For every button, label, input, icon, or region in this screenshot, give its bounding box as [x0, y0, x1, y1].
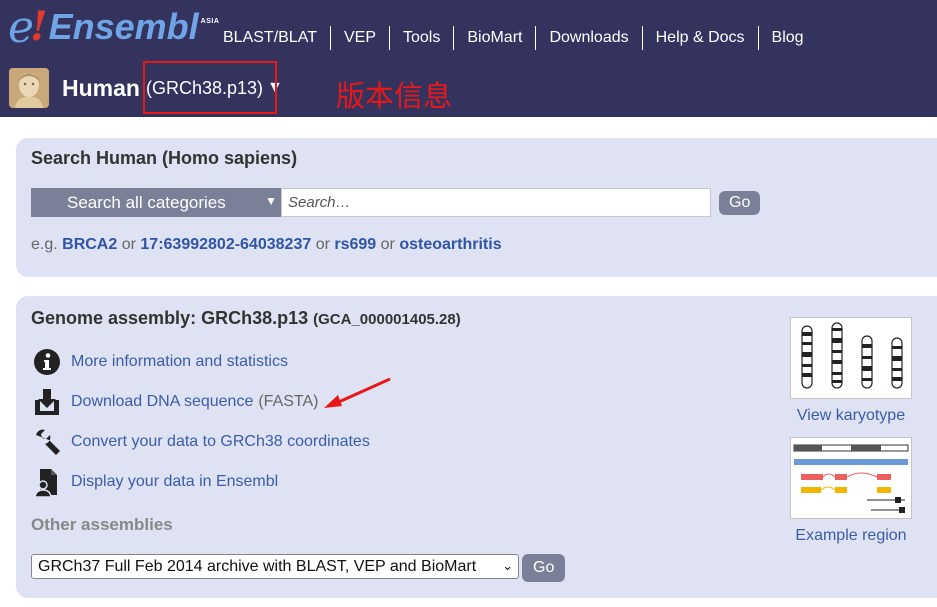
search-panel: Search Human (Homo sapiens) Search all c… [16, 138, 937, 277]
karyotype-thumbnail[interactable] [790, 317, 912, 399]
archive-go-button[interactable]: Go [522, 554, 566, 582]
wrench-icon [31, 426, 63, 458]
annotation-arrow-icon [324, 377, 391, 408]
link-convert-coords: Convert your data to GRCh38 coordinates [31, 424, 370, 460]
annotation-label: 版本信息 [336, 79, 453, 113]
nav-blog[interactable]: Blog [759, 26, 817, 50]
link-display-data: Display your data in Ensembl [31, 464, 278, 500]
user-data-icon [31, 466, 63, 498]
fasta-suffix: (FASTA) [258, 393, 319, 410]
search-go-button[interactable]: Go [719, 190, 761, 215]
genome-assembly-panel: Genome assembly: GRCh38.p13 (GCA_0000014… [16, 296, 937, 598]
download-icon [31, 386, 63, 418]
examples-prefix: e.g. [31, 236, 58, 253]
info-icon [31, 346, 63, 378]
species-name[interactable]: Human [62, 67, 140, 109]
logo-bang: ! [30, 3, 48, 50]
genome-title-row: Genome assembly: GRCh38.p13 (GCA_0000014… [31, 308, 461, 329]
archive-select[interactable]: GRCh37 Full Feb 2014 archive with BLAST,… [31, 554, 519, 579]
category-dropdown-icon: ▼ [265, 194, 277, 208]
logo-text: Ensembl [48, 6, 199, 47]
search-title: Search Human (Homo sapiens) [31, 148, 298, 168]
view-karyotype-link[interactable]: View karyotype [781, 407, 921, 425]
search-row: Search all categories ▼ Search… Go [31, 188, 761, 217]
download-dna-link[interactable]: Download DNA sequence [71, 393, 253, 411]
nav-help-docs[interactable]: Help & Docs [643, 26, 759, 50]
search-examples: e.g. BRCA2 or 17:63992802-64038237 or rs… [31, 236, 502, 254]
more-info-link[interactable]: More information and statistics [71, 353, 288, 371]
genome-title: Genome assembly: GRCh38.p13 [31, 308, 309, 328]
convert-coords-link[interactable]: Convert your data to GRCh38 coordinates [71, 433, 370, 451]
example-link-brca2[interactable]: BRCA2 [62, 236, 117, 253]
nav-biomart[interactable]: BioMart [454, 26, 537, 50]
example-region-link[interactable]: Example region [781, 527, 921, 545]
genome-accession: (GCA_000001405.28) [313, 311, 461, 328]
other-assemblies-heading: Other assemblies [31, 515, 173, 534]
or-separator: or [380, 236, 395, 253]
top-navigation: BLAST/BLAT VEP Tools BioMart Downloads H… [210, 26, 817, 50]
nav-downloads[interactable]: Downloads [536, 26, 643, 50]
nav-blast[interactable]: BLAST/BLAT [210, 26, 331, 50]
annotation-highlight-box [143, 61, 277, 114]
or-separator: or [315, 236, 330, 253]
logo-asia: ASIA [200, 18, 220, 25]
example-link-osteoarthritis[interactable]: osteoarthritis [399, 236, 501, 253]
nav-tools[interactable]: Tools [390, 26, 455, 50]
ensembl-logo[interactable]: e ! Ensembl ASIA [8, 3, 220, 56]
example-link-region[interactable]: 17:63992802-64038237 [140, 236, 311, 253]
category-label: Search all categories [67, 192, 226, 212]
nav-vep[interactable]: VEP [331, 26, 390, 50]
example-region-thumbnail[interactable] [790, 437, 912, 519]
human-bust-icon [9, 68, 49, 108]
karyotype-image [801, 322, 903, 389]
link-download-dna: Download DNA sequence (FASTA) [31, 384, 319, 420]
or-separator: or [121, 236, 136, 253]
example-link-rs699[interactable]: rs699 [334, 236, 376, 253]
link-more-info: More information and statistics [31, 344, 288, 380]
category-select[interactable]: Search all categories ▼ [31, 188, 281, 217]
chevron-down-icon: ⌄ [502, 558, 513, 573]
display-data-link[interactable]: Display your data in Ensembl [71, 473, 278, 491]
masthead: e ! Ensembl ASIA BLAST/BLAT VEP Tools Bi… [0, 0, 937, 117]
species-avatar[interactable] [9, 68, 49, 108]
archive-selected-option: GRCh37 Full Feb 2014 archive with BLAST,… [38, 557, 477, 575]
region-image [793, 444, 909, 513]
search-input[interactable]: Search… [281, 188, 711, 217]
